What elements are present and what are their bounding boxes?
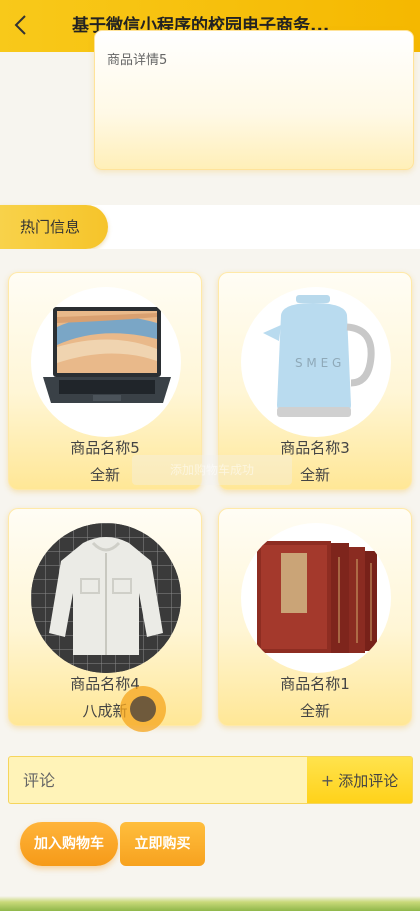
comment-input[interactable] [9,757,304,803]
laptop-image [31,287,181,437]
bottom-decoration [0,896,420,911]
toast-message: 添加购物车成功 [132,455,292,485]
comment-bar: + 添加评论 [8,756,413,804]
back-button[interactable] [6,10,36,40]
add-to-cart-button[interactable]: 加入购物车 [20,822,118,866]
product-name: 商品名称4 [70,675,140,693]
touch-indicator-dot [130,696,156,722]
hot-section-tag: 热门信息 [0,205,108,249]
product-condition: 全新 [299,702,330,720]
add-comment-label: 添加评论 [338,771,399,790]
hot-section-header: 热门信息 [0,205,420,249]
product-condition: 八成新 [82,702,128,720]
add-comment-button[interactable]: + 添加评论 [307,757,412,803]
plus-icon: + [320,770,335,790]
hot-section-label: 热门信息 [20,218,81,236]
jacket-image [31,523,181,673]
chevron-left-icon [14,15,26,35]
product-card[interactable]: 商品名称4 八成新 [8,508,202,726]
product-detail-card: 商品详情5 [94,30,414,170]
books-image [241,523,391,673]
product-detail-text: 商品详情5 [107,53,168,68]
touch-indicator [120,686,166,732]
svg-text:S M E G: S M E G [295,356,341,370]
kettle-image: S M E G [241,287,391,437]
buy-now-button[interactable]: 立即购买 [120,822,205,866]
product-name: 商品名称1 [280,675,350,693]
product-card[interactable]: 商品名称1 全新 [218,508,412,726]
